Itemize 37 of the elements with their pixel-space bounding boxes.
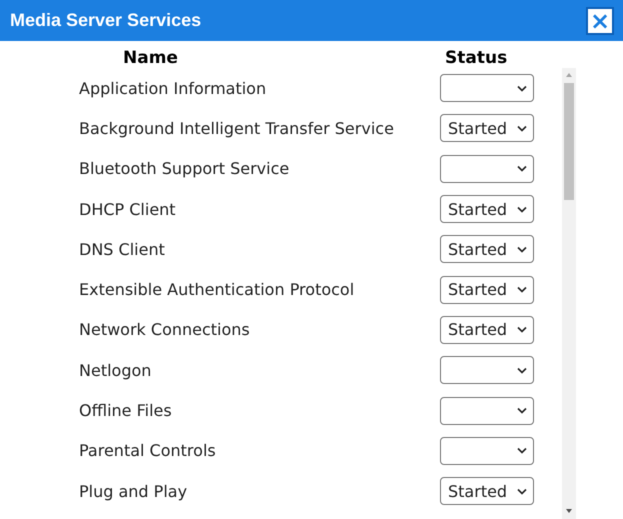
status-dropdown[interactable]: Started: [440, 114, 534, 142]
service-name: Bluetooth Support Service: [79, 159, 290, 178]
service-name: Plug and Play: [79, 482, 188, 501]
chevron-icon: [517, 84, 527, 92]
column-header: Name: [122, 48, 179, 68]
chevron-icon: [517, 246, 527, 253]
status-dropdown[interactable]: [440, 396, 534, 425]
service-name: DHCP Client: [79, 200, 177, 219]
status-dropdown[interactable]: Started: [440, 316, 534, 344]
column-header: Status: [444, 48, 508, 68]
service-name: DNS Client: [79, 240, 166, 259]
status-dropdown[interactable]: Started: [440, 276, 534, 304]
service-name: Application Information: [79, 78, 268, 98]
service-name: Background Intelligent Transfer Service: [79, 118, 395, 138]
status-dropdown[interactable]: Started: [440, 195, 534, 224]
chevron-icon: [517, 326, 527, 334]
status-dropdown[interactable]: [440, 356, 534, 384]
service-name: Offline Files: [79, 401, 173, 420]
chevron-icon: [517, 488, 527, 495]
status-dropdown[interactable]: Started: [440, 235, 534, 264]
service-name: Extensible Authentication Protocol: [79, 280, 356, 300]
close-button[interactable]: ×: [586, 6, 614, 34]
service-name: Netlogon: [79, 360, 152, 380]
service-name: Parental Controls: [79, 441, 217, 460]
chevron-icon: [517, 286, 527, 294]
status-dropdown[interactable]: Started: [440, 477, 534, 506]
chevron-icon: [517, 407, 527, 414]
window-title: Media Server Services: [10, 10, 202, 31]
chevron-icon: [517, 165, 527, 172]
status-dropdown[interactable]: [440, 436, 534, 465]
chevron-icon: [517, 447, 527, 454]
chevron-icon: [517, 366, 527, 374]
chevron-icon: [517, 206, 527, 213]
status-dropdown[interactable]: [440, 74, 534, 102]
service-name: Network Connections: [79, 320, 251, 340]
chevron-icon: [517, 124, 527, 132]
status-dropdown[interactable]: [440, 154, 534, 183]
